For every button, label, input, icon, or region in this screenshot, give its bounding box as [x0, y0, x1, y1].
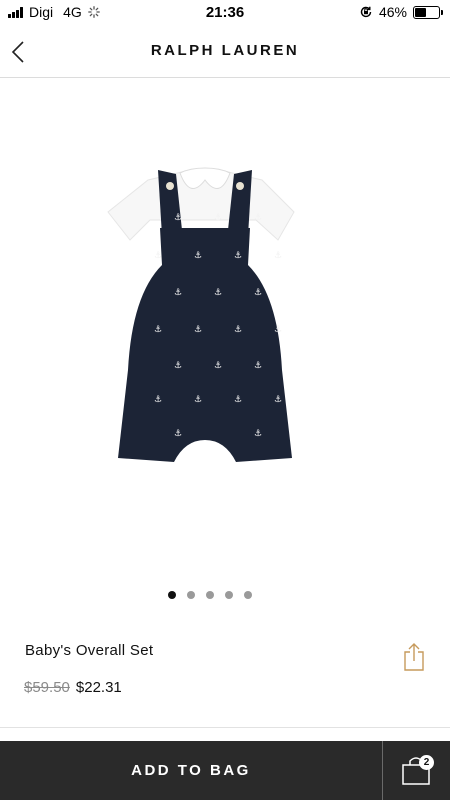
- svg-text:⚓: ⚓: [174, 429, 182, 439]
- svg-text:⚓: ⚓: [194, 325, 202, 335]
- svg-text:⚓: ⚓: [194, 251, 202, 261]
- svg-text:⚓: ⚓: [174, 361, 182, 371]
- divider: [0, 727, 450, 728]
- bottom-bar: ADD TO BAG 2: [0, 741, 450, 800]
- orientation-lock-icon: [360, 6, 372, 18]
- carousel-dot[interactable]: [187, 591, 195, 599]
- status-bar: Digi 4G 21:36 46%: [0, 0, 450, 26]
- original-price: $59.50: [24, 679, 70, 696]
- carousel-dots: [0, 591, 450, 599]
- header: RALPH LAUREN: [0, 26, 450, 78]
- svg-text:⚓: ⚓: [234, 395, 242, 405]
- svg-text:⚓: ⚓: [214, 213, 222, 223]
- svg-text:⚓: ⚓: [274, 251, 282, 261]
- brand-title: RALPH LAUREN: [150, 42, 300, 59]
- svg-text:⚓: ⚓: [174, 213, 182, 223]
- svg-text:⚓: ⚓: [254, 213, 262, 223]
- bag-count-badge: 2: [419, 755, 434, 770]
- sale-price: $22.31: [75, 679, 122, 696]
- shopping-bag-icon: [402, 757, 430, 785]
- share-button[interactable]: [400, 642, 428, 672]
- battery-fill: [415, 7, 426, 17]
- battery-icon: [413, 5, 443, 19]
- svg-text:⚓: ⚓: [254, 429, 262, 439]
- svg-text:⚓: ⚓: [254, 288, 262, 298]
- product-illustration: ⚓ ⚓ ⚓ ⚓ ⚓ ⚓ ⚓ ⚓ ⚓ ⚓ ⚓ ⚓ ⚓ ⚓ ⚓ ⚓ ⚓ ⚓ ⚓ ⚓ ⚓ ⚓ ⚓: [107, 167, 295, 462]
- svg-text:⚓: ⚓: [154, 395, 162, 405]
- carousel-dot[interactable]: [244, 591, 252, 599]
- price-row: $59.50 $22.31: [24, 679, 122, 696]
- status-right: 46%: [359, 4, 443, 20]
- product-name: Baby's Overall Set: [25, 642, 154, 659]
- product-image[interactable]: ⚓ ⚓ ⚓ ⚓ ⚓ ⚓ ⚓ ⚓ ⚓ ⚓ ⚓ ⚓ ⚓ ⚓ ⚓ ⚓ ⚓ ⚓ ⚓ ⚓ ⚓ ⚓ ⚓: [90, 140, 320, 480]
- svg-text:⚓: ⚓: [194, 395, 202, 405]
- svg-text:⚓: ⚓: [234, 325, 242, 335]
- svg-text:⚓: ⚓: [174, 288, 182, 298]
- carousel-dot[interactable]: [206, 591, 214, 599]
- svg-text:⚓: ⚓: [214, 288, 222, 298]
- add-to-bag-button[interactable]: ADD TO BAG: [0, 741, 382, 800]
- svg-text:⚓: ⚓: [234, 251, 242, 261]
- carousel-dot[interactable]: [168, 591, 176, 599]
- share-icon: [404, 643, 424, 671]
- svg-text:⚓: ⚓: [154, 325, 162, 335]
- svg-text:⚓: ⚓: [214, 361, 222, 371]
- carousel-dot[interactable]: [225, 591, 233, 599]
- battery-percent: 46%: [378, 4, 407, 20]
- svg-text:⚓: ⚓: [254, 361, 262, 371]
- shopping-bag-button[interactable]: 2: [383, 741, 450, 800]
- svg-text:⚓: ⚓: [274, 325, 282, 335]
- svg-text:⚓: ⚓: [154, 251, 162, 261]
- svg-text:⚓: ⚓: [274, 395, 282, 405]
